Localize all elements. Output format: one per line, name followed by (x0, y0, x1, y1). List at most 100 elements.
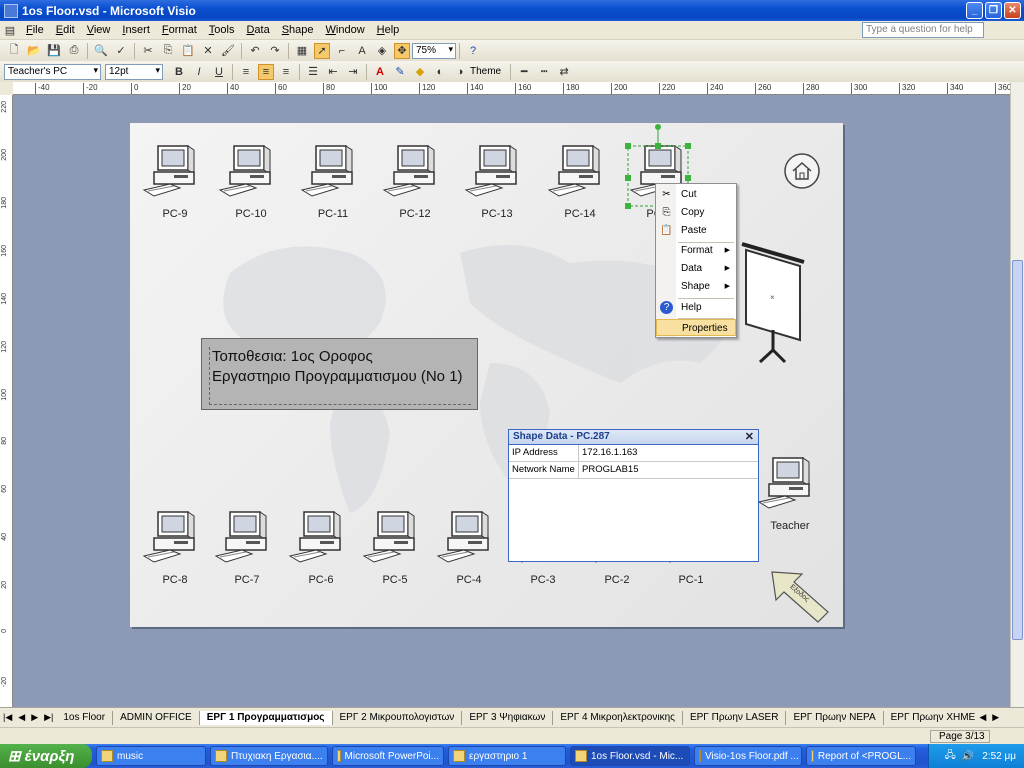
menu-help[interactable]: Help (371, 24, 406, 36)
align-left-icon[interactable]: ≡ (238, 64, 254, 80)
fill-color-icon[interactable]: ◆ (412, 64, 428, 80)
paste-icon[interactable]: 📋 (180, 43, 196, 59)
pc-PC-5[interactable]: PC-5 (360, 510, 430, 590)
ctx-paste[interactable]: 📋 Paste (656, 222, 736, 239)
page-tab[interactable]: ΕΡΓ Πρωην LASER (683, 710, 787, 725)
close-icon[interactable]: ✕ (745, 430, 754, 443)
pc-PC-9[interactable]: PC-9 (140, 144, 210, 224)
menu-view[interactable]: View (81, 24, 117, 36)
menu-data[interactable]: Data (240, 24, 275, 36)
page-tab[interactable]: ΕΡΓ 3 Ψηφιακων (462, 710, 554, 725)
pc-PC-7[interactable]: PC-7 (212, 510, 282, 590)
pc-PC-11[interactable]: PC-11 (298, 144, 368, 224)
help-icon[interactable]: ? (465, 43, 481, 59)
pan-zoom-icon[interactable]: ✥ (394, 42, 410, 59)
menu-format[interactable]: Format (156, 24, 203, 36)
volume-icon[interactable]: 🔊 (962, 751, 974, 762)
font-size-combo[interactable]: 12pt (105, 63, 163, 80)
restore-button[interactable]: ❐ (985, 2, 1002, 19)
pc-PC-12[interactable]: PC-12 (380, 144, 450, 224)
new-icon[interactable]: 🗋 (6, 43, 22, 59)
shapes-icon[interactable]: ▦ (294, 43, 310, 59)
save-icon[interactable]: 💾 (46, 43, 62, 59)
page-tab[interactable]: ADMIN OFFICE (113, 710, 200, 725)
redo-icon[interactable]: ↷ (267, 43, 283, 59)
prev-page-icon[interactable]: ◀ (15, 712, 28, 723)
spelling-icon[interactable]: ✓ (113, 43, 129, 59)
ctx-data[interactable]: Data ▶ (656, 260, 736, 277)
last-page-icon[interactable]: ▶| (41, 712, 56, 723)
increase-indent-icon[interactable]: ⇥ (345, 64, 361, 80)
menu-tools[interactable]: Tools (203, 24, 241, 36)
underline-button[interactable]: U (211, 64, 227, 80)
page-indicator[interactable]: Page 3/13 (930, 730, 990, 743)
pc-PC-8[interactable]: PC-8 (140, 510, 210, 590)
ctx-copy[interactable]: ⎘ Copy (656, 204, 736, 221)
line-color-icon[interactable]: ✎ (392, 64, 408, 80)
ctx-cut[interactable]: ✂ Cut (656, 186, 736, 203)
bold-button[interactable]: B (171, 64, 187, 80)
ctx-shape[interactable]: Shape ▶ (656, 278, 736, 295)
italic-button[interactable]: I (191, 64, 207, 80)
next-page-icon[interactable]: ▶ (28, 712, 41, 723)
page-tab[interactable]: 1os Floor (56, 710, 114, 725)
print-icon[interactable]: ⎙ (66, 43, 82, 59)
pc-PC-10[interactable]: PC-10 (216, 144, 286, 224)
zoom-combo[interactable]: 75% (412, 42, 456, 59)
copy-icon[interactable]: ⎘ (160, 43, 176, 59)
font-color-icon[interactable]: A (372, 64, 388, 80)
theme-icon[interactable]: ◑ (452, 64, 468, 80)
align-center-icon[interactable]: ≡ (258, 63, 274, 80)
ctx-format[interactable]: Format ▶ (656, 242, 736, 259)
page-tab[interactable]: ΕΡΓ 1 Προγραμματισμος (199, 710, 333, 725)
first-page-icon[interactable]: |◀ (0, 712, 15, 723)
network-icon[interactable]: 🖧 (945, 748, 956, 765)
taskbar-item[interactable]: music (96, 746, 206, 766)
page-tab[interactable]: ΕΡΓ Πρωην ΧΗΜΕΙΑΣ (884, 711, 977, 725)
scroll-left-icon[interactable]: ◀ (976, 712, 989, 723)
scroll-thumb[interactable] (1012, 260, 1023, 640)
cut-icon[interactable]: ✂ (140, 43, 156, 59)
vertical-scrollbar[interactable] (1010, 82, 1024, 707)
taskbar-item[interactable]: 1os Floor.vsd - Mic... (570, 746, 690, 766)
shadow-icon[interactable]: ◐ (432, 64, 448, 80)
menu-insert[interactable]: Insert (116, 24, 156, 36)
format-painter-icon[interactable]: 🖌 (220, 43, 236, 59)
stamp-icon[interactable]: ◈ (374, 43, 390, 59)
align-right-icon[interactable]: ≡ (278, 64, 294, 80)
pc-PC-13[interactable]: PC-13 (462, 144, 532, 224)
minimize-button[interactable]: _ (966, 2, 983, 19)
pc-PC-4[interactable]: PC-4 (434, 510, 504, 590)
table-row[interactable]: IP Address 172.16.1.163 (509, 445, 758, 462)
help-search-input[interactable]: Type a question for help (862, 22, 984, 38)
ip-address-field[interactable]: 172.16.1.163 (579, 445, 758, 461)
ctx-properties[interactable]: Properties (656, 319, 736, 336)
close-button[interactable]: ✕ (1004, 2, 1021, 19)
text-tool-icon[interactable]: A (354, 43, 370, 59)
pc-PC-6[interactable]: PC-6 (286, 510, 356, 590)
taskbar-item[interactable]: εργαστηριο 1 (448, 746, 566, 766)
style-combo[interactable]: Teacher's PC (4, 63, 101, 80)
decrease-indent-icon[interactable]: ⇤ (325, 64, 341, 80)
delete-icon[interactable]: ✕ (200, 43, 216, 59)
print-preview-icon[interactable]: 🔍 (93, 43, 109, 59)
line-pattern-icon[interactable]: ┅ (536, 64, 552, 80)
menu-window[interactable]: Window (320, 24, 371, 36)
table-row[interactable]: Network Name PROGLAB15 (509, 462, 758, 479)
undo-icon[interactable]: ↶ (247, 43, 263, 59)
theme-button[interactable]: Theme (470, 66, 501, 77)
page-tab[interactable]: ΕΡΓ Πρωην ΝΕΡΑ (786, 710, 884, 725)
taskbar-item[interactable]: Report of <PROGL... (806, 746, 916, 766)
scroll-right-icon[interactable]: ▶ (989, 712, 1002, 723)
taskbar-item[interactable]: Visio-1os Floor.pdf ... (694, 746, 802, 766)
pc-PC-14[interactable]: PC-14 (545, 144, 615, 224)
line-ends-icon[interactable]: ⇄ (556, 64, 572, 80)
taskbar-item[interactable]: Microsoft PowerPoi... (332, 746, 444, 766)
menu-edit[interactable]: Edit (50, 24, 81, 36)
page-tab[interactable]: ΕΡΓ 4 Μικροηλεκτρονικης (553, 710, 683, 725)
location-label-box[interactable]: Τοποθεσια: 1ος Οροφος Εργαστηριο Προγραμ… (201, 338, 478, 410)
start-button[interactable]: ⊞ έναρξη (0, 744, 92, 768)
taskbar-item[interactable]: Πτυχιακη Εργασια.... (210, 746, 328, 766)
connector-tool-icon[interactable]: ⌐ (334, 43, 350, 59)
home-icon[interactable] (783, 152, 821, 190)
